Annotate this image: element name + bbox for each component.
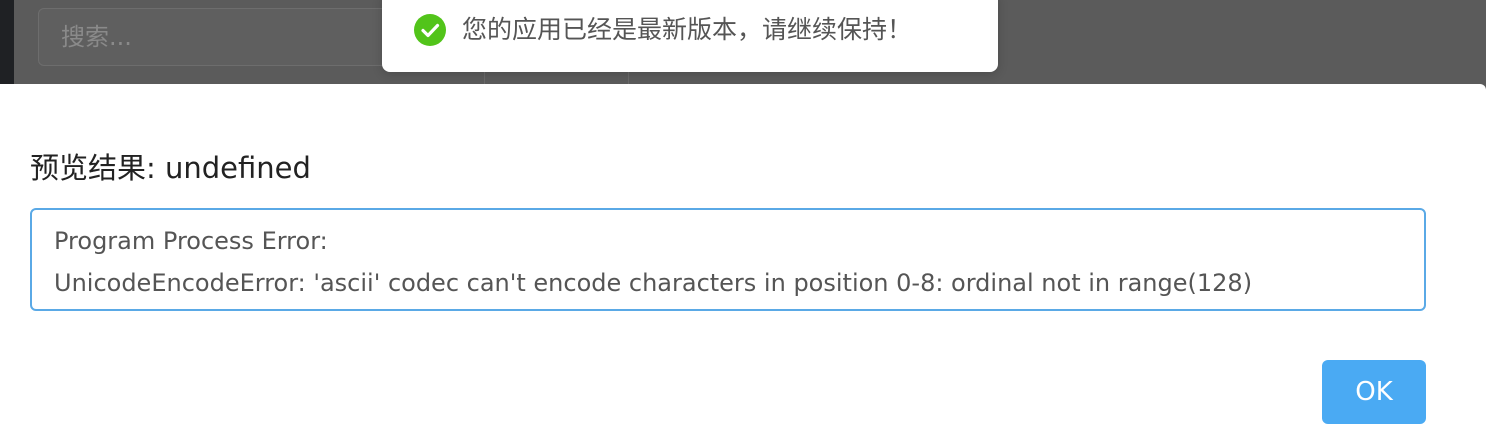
preview-result-label: 预览结果: undefined: [30, 151, 311, 185]
check-circle-icon: [414, 14, 446, 46]
output-line: UnicodeEncodeError: 'ascii' codec can't …: [54, 269, 1253, 297]
preview-result-dialog: 预览结果: undefined Program Process Error: U…: [0, 84, 1486, 446]
success-toast: 您的应用已经是最新版本，请继续保持！: [382, 0, 998, 72]
sidebar-rail: [0, 0, 14, 84]
output-textarea[interactable]: Program Process Error: UnicodeEncodeErro…: [30, 208, 1426, 311]
toast-message: 您的应用已经是最新版本，请继续保持！: [462, 15, 913, 44]
resize-handle-icon[interactable]: [1407, 292, 1421, 306]
ok-button[interactable]: OK: [1322, 360, 1426, 424]
app-window: 搜索... 您的应用已经是最新版本，请继续保持！ 预览结果: undefined…: [0, 0, 1486, 446]
output-line: Program Process Error:: [54, 227, 328, 255]
